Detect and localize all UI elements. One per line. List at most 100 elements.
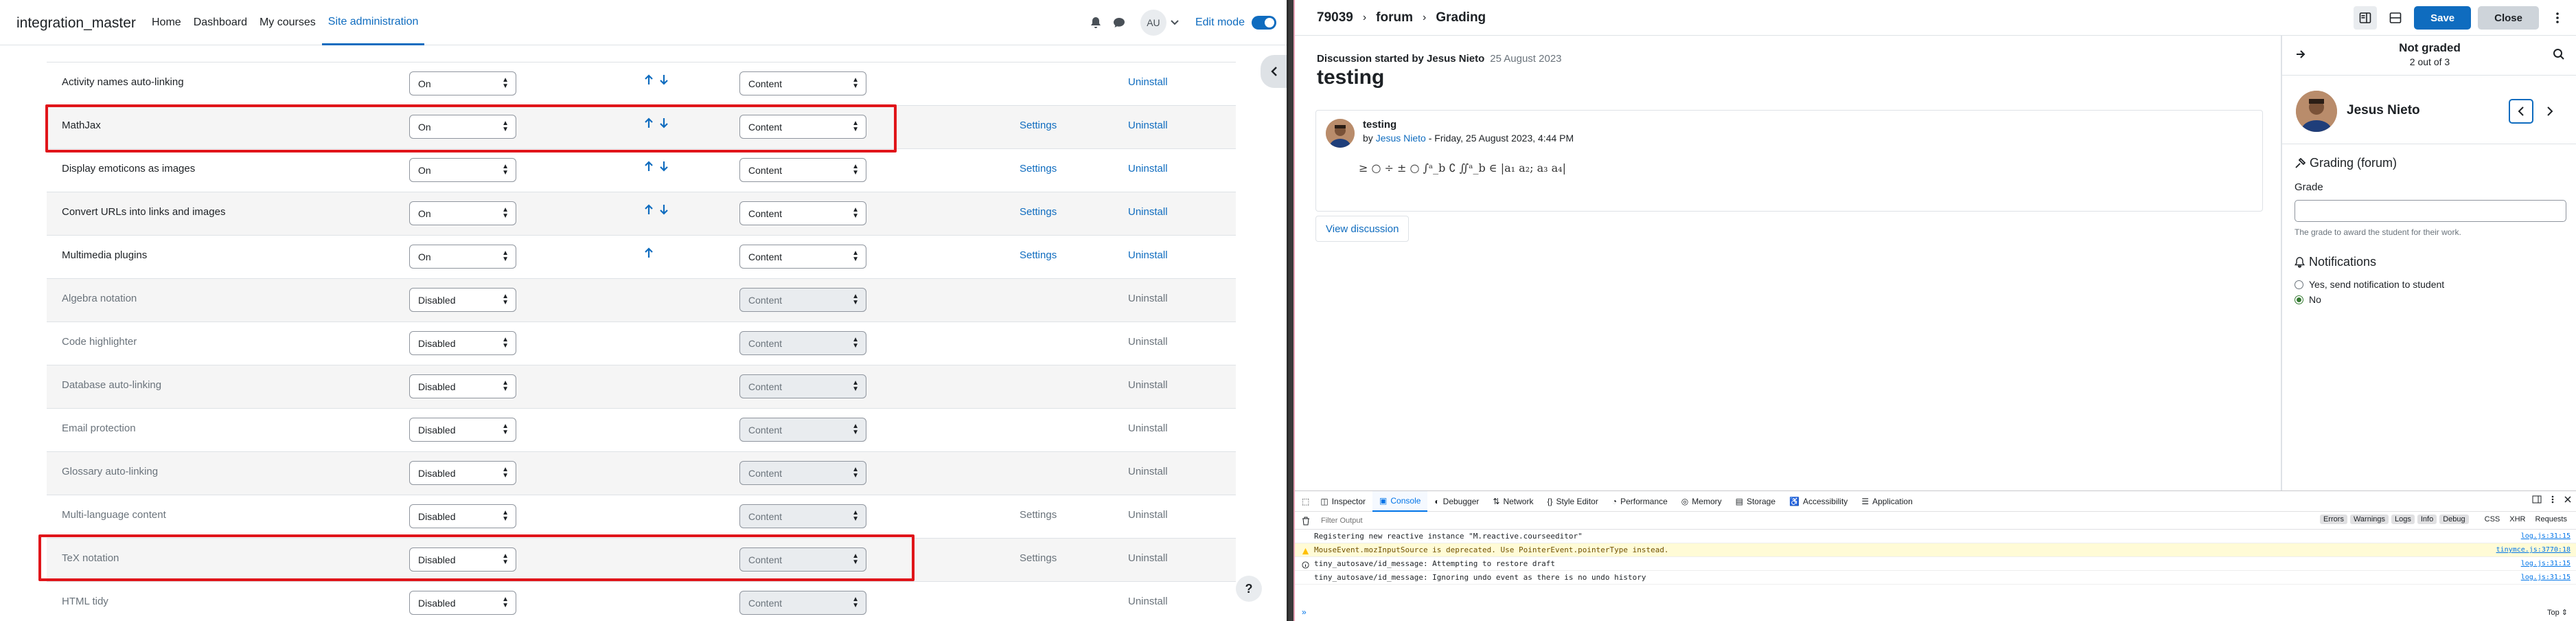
filter-settings-link[interactable]: Settings <box>1020 163 1057 174</box>
previous-user-button[interactable] <box>2509 99 2533 124</box>
bell-icon[interactable] <box>1087 14 1105 32</box>
grade-input[interactable] <box>2295 200 2566 222</box>
level-filter-errors[interactable]: Errors <box>2320 515 2347 524</box>
filter-active-select[interactable]: Disabled ▲ ▼ <box>409 504 516 528</box>
arrow-down-icon[interactable] <box>659 161 669 172</box>
user-avatar[interactable]: AU <box>1140 10 1166 36</box>
more-options-icon[interactable] <box>2546 6 2569 30</box>
search-icon[interactable] <box>2553 48 2565 60</box>
filter-uninstall-link[interactable]: Uninstall <box>1128 76 1168 88</box>
save-button[interactable]: Save <box>2414 6 2472 30</box>
arrow-up-icon[interactable] <box>644 74 654 85</box>
extra-filter-xhr[interactable]: XHR <box>2506 515 2529 524</box>
chevron-down-icon[interactable] <box>1171 20 1179 25</box>
filter-active-select[interactable]: Disabled ▲ ▼ <box>409 288 516 312</box>
close-icon[interactable] <box>2564 495 2572 504</box>
console-input[interactable]: » Top ⇕ <box>1295 603 2576 621</box>
edit-mode-toggle[interactable] <box>1252 16 1276 30</box>
level-filter-info[interactable]: Info <box>2417 515 2437 524</box>
filter-uninstall-link[interactable]: Uninstall <box>1128 206 1168 218</box>
notify-no-option[interactable]: No <box>2295 294 2569 305</box>
nav-my-courses[interactable]: My courses <box>253 0 322 45</box>
filter-active-select[interactable]: Disabled ▲ ▼ <box>409 461 516 485</box>
filter-uninstall-link[interactable]: Uninstall <box>1128 249 1168 261</box>
breadcrumb-course[interactable]: 79039 <box>1317 10 1353 25</box>
author-avatar[interactable] <box>1326 119 1355 148</box>
filter-active-select[interactable]: Disabled ▲ ▼ <box>409 591 516 615</box>
level-filter-warnings[interactable]: Warnings <box>2349 515 2389 524</box>
extra-filter-requests[interactable]: Requests <box>2532 515 2571 524</box>
select-arrows-icon: ▲ ▼ <box>502 163 509 177</box>
filter-active-select[interactable]: On ▲ ▼ <box>409 201 516 225</box>
arrow-down-icon[interactable] <box>659 74 669 85</box>
more-options-icon[interactable] <box>2551 495 2554 504</box>
dock-side-icon[interactable] <box>2532 495 2542 504</box>
log-source-link[interactable]: log.js:31:15 <box>2521 557 2571 571</box>
pick-element-icon[interactable]: ⬚ <box>1302 497 1309 506</box>
filter-active-select[interactable]: Disabled ▲ ▼ <box>409 547 516 572</box>
filter-active-select[interactable]: Disabled ▲ ▼ <box>409 374 516 398</box>
arrow-up-icon[interactable] <box>644 204 654 215</box>
devtools-tab-console[interactable]: ▣ Console <box>1372 490 1428 512</box>
filter-settings-link[interactable]: Settings <box>1020 249 1057 261</box>
filter-applyto-select[interactable]: Content ▲ ▼ <box>739 158 866 182</box>
collapse-review-panel-icon[interactable] <box>2384 6 2407 30</box>
devtools-tab-debugger[interactable]: ◐ Debugger <box>1427 491 1486 512</box>
trash-icon[interactable] <box>1302 517 1310 526</box>
level-filter-debug[interactable]: Debug <box>2439 515 2469 524</box>
notify-yes-option[interactable]: Yes, send notification to student <box>2295 279 2569 290</box>
log-source-link[interactable]: log.js:31:15 <box>2521 530 2571 543</box>
notify-no-radio[interactable] <box>2295 295 2303 304</box>
filter-active-select[interactable]: Disabled ▲ ▼ <box>409 331 516 355</box>
arrow-down-icon[interactable] <box>659 117 669 128</box>
filter-applyto-select: Content ▲ ▼ <box>739 331 866 355</box>
filter-uninstall-link[interactable]: Uninstall <box>1128 163 1168 174</box>
filter-applyto-select[interactable]: Content ▲ ▼ <box>739 245 866 269</box>
site-brand[interactable]: integration_master <box>16 15 136 32</box>
breadcrumb-activity[interactable]: forum <box>1376 10 1413 25</box>
select-arrows-icon: ▲ ▼ <box>852 293 859 306</box>
level-filter-logs[interactable]: Logs <box>2391 515 2415 524</box>
nav-site-administration[interactable]: Site administration <box>321 0 425 45</box>
filter-uninstall-link[interactable]: Uninstall <box>1128 120 1168 131</box>
filter-settings-link[interactable]: Settings <box>1020 206 1057 218</box>
help-button[interactable]: ? <box>1236 576 1262 602</box>
log-source-link[interactable]: log.js:31:15 <box>2521 571 2571 585</box>
nav-home[interactable]: Home <box>146 0 187 45</box>
collapse-grade-panel-icon[interactable] <box>2354 6 2378 30</box>
filter-active-select[interactable]: On ▲ ▼ <box>409 245 516 269</box>
filter-active-select[interactable]: On ▲ ▼ <box>409 71 516 95</box>
log-source-link[interactable]: tinymce.js:3770:18 <box>2496 543 2571 557</box>
devtools-tab-network[interactable]: ⇅ Network <box>1486 491 1540 512</box>
filter-settings-link[interactable]: Settings <box>1020 120 1057 131</box>
filter-applyto-select[interactable]: Content ▲ ▼ <box>739 201 866 225</box>
close-button[interactable]: Close <box>2478 6 2539 30</box>
devtools-tab-accessibility[interactable]: ♿ Accessibility <box>1782 491 1854 512</box>
context-selector[interactable]: Top ⇕ <box>2547 608 2568 617</box>
chat-bubble-icon[interactable] <box>1110 14 1128 32</box>
devtools-tab-storage[interactable]: ▤ Storage <box>1729 491 1782 512</box>
filter-applyto-select[interactable]: Content ▲ ▼ <box>739 71 866 95</box>
post-author-link[interactable]: Jesus Nieto <box>1376 133 1426 144</box>
devtools-tab-application[interactable]: ☰ Application <box>1854 491 1919 512</box>
next-user-button[interactable] <box>2538 99 2562 124</box>
devtools-tab-style-editor[interactable]: {} Style Editor <box>1540 491 1605 512</box>
arrow-up-icon[interactable] <box>644 247 654 258</box>
arrow-down-icon[interactable] <box>659 204 669 215</box>
filter-active-select[interactable]: Disabled ▲ ▼ <box>409 418 516 442</box>
open-drawer-button[interactable] <box>1261 55 1287 88</box>
filter-applyto-select[interactable]: Content ▲ ▼ <box>739 115 866 139</box>
view-discussion-button[interactable]: View discussion <box>1315 216 1410 242</box>
devtools-tab-memory[interactable]: ◎ Memory <box>1675 491 1729 512</box>
console-filter-input[interactable]: Filter Output <box>1321 517 1363 525</box>
extra-filter-css[interactable]: CSS <box>2481 515 2504 524</box>
filter-active-select[interactable]: On ▲ ▼ <box>409 158 516 182</box>
filter-active-select[interactable]: On ▲ ▼ <box>409 115 516 139</box>
arrow-up-icon[interactable] <box>644 161 654 172</box>
filter-name: Activity names auto-linking <box>62 76 184 88</box>
nav-dashboard[interactable]: Dashboard <box>187 0 253 45</box>
devtools-tab-inspector[interactable]: ◫ Inspector <box>1313 491 1372 512</box>
notify-yes-radio[interactable] <box>2295 280 2303 289</box>
devtools-tab-performance[interactable]: ◔ Performance <box>1605 491 1675 512</box>
arrow-up-icon[interactable] <box>644 117 654 128</box>
